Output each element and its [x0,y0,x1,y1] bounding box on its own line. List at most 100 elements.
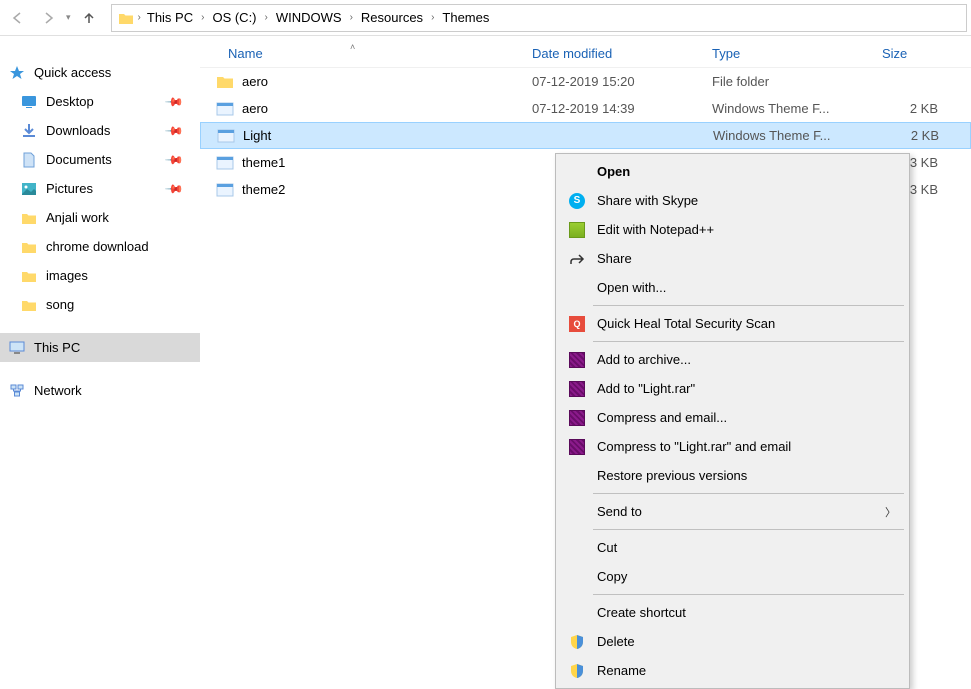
menu-rename[interactable]: Rename [559,656,906,685]
menu-restore[interactable]: Restore previous versions [559,461,906,490]
column-name[interactable]: Name ˄ [200,46,520,61]
sidebar-item-label: Documents [46,152,112,167]
cell-size: 2 KB [871,128,951,143]
winrar-icon [567,379,587,399]
menu-label: Add to archive... [597,352,906,367]
file-row[interactable]: aero07-12-2019 14:39Windows Theme F...2 … [200,95,971,122]
menu-add-to-rar[interactable]: Add to "Light.rar" [559,374,906,403]
cell-name: aero [200,73,520,91]
sidebar-quick-access[interactable]: Quick access [0,58,200,87]
menu-separator [593,305,904,306]
menu-open[interactable]: Open [559,157,906,186]
forward-button[interactable] [34,4,62,32]
theme-file-icon [217,127,235,145]
chevron-right-icon[interactable]: › [136,12,143,23]
crumb-resources[interactable]: Resources [357,8,427,27]
pictures-icon [20,180,38,198]
menu-compress-to[interactable]: Compress to "Light.rar" and email [559,432,906,461]
menu-open-with[interactable]: Open with... [559,273,906,302]
menu-label: Compress to "Light.rar" and email [597,439,906,454]
sidebar-song[interactable]: song [0,290,200,319]
crumb-windows[interactable]: WINDOWS [272,8,346,27]
menu-label: Create shortcut [597,605,906,620]
skype-icon: S [567,191,587,211]
history-dropdown-icon[interactable]: ▾ [64,12,73,23]
cell-name: Light [201,127,521,145]
shield-icon [567,661,587,681]
menu-label: Share [597,251,906,266]
column-type[interactable]: Type [700,46,870,61]
sort-ascending-icon: ˄ [350,42,355,52]
cell-date: 07-12-2019 14:39 [520,101,700,116]
menu-send-to[interactable]: Send to 〉 [559,497,906,526]
folder-icon [20,267,38,285]
crumb-os[interactable]: OS (C:) [208,8,260,27]
sidebar-item-label: chrome download [46,239,149,254]
menu-separator [593,341,904,342]
navigation-pane: Quick access Desktop 📌 Downloads 📌 Docum… [0,36,200,676]
crumb-thispc[interactable]: This PC [143,8,197,27]
blank-icon [567,603,587,623]
menu-create-shortcut[interactable]: Create shortcut [559,598,906,627]
pin-icon: 📌 [164,149,184,169]
sidebar-pictures[interactable]: Pictures 📌 [0,174,200,203]
sidebar-images[interactable]: images [0,261,200,290]
file-name: aero [242,101,268,116]
menu-add-archive[interactable]: Add to archive... [559,345,906,374]
folder-icon [20,296,38,314]
menu-delete[interactable]: Delete [559,627,906,656]
navigation-toolbar: ▾ › This PC › OS (C:) › WINDOWS › Resour… [0,0,971,36]
menu-label: Quick Heal Total Security Scan [597,316,906,331]
documents-icon [20,151,38,169]
context-menu: Open S Share with Skype Edit with Notepa… [555,153,910,689]
sidebar-item-label: Network [34,383,82,398]
column-date[interactable]: Date modified [520,46,700,61]
menu-label: Copy [597,569,906,584]
menu-cut[interactable]: Cut [559,533,906,562]
sidebar-item-label: Pictures [46,181,93,196]
sidebar-network[interactable]: Network [0,376,200,405]
menu-separator [593,529,904,530]
menu-label: Open [597,164,906,179]
menu-label: Restore previous versions [597,468,906,483]
file-name: theme2 [242,182,285,197]
sidebar-desktop[interactable]: Desktop 📌 [0,87,200,116]
sidebar-item-label: Quick access [34,65,111,80]
file-row[interactable]: LightWindows Theme F...2 KB [200,122,971,149]
back-button[interactable] [4,4,32,32]
menu-label: Add to "Light.rar" [597,381,906,396]
chevron-right-icon: › [348,12,355,23]
column-label: Name [228,46,263,61]
crumb-themes[interactable]: Themes [438,8,493,27]
menu-separator [593,493,904,494]
sidebar-item-label: images [46,268,88,283]
chevron-right-icon: › [199,12,206,23]
menu-copy[interactable]: Copy [559,562,906,591]
sidebar-item-label: Anjali work [46,210,109,225]
cell-type: File folder [700,74,870,89]
up-button[interactable] [75,4,103,32]
menu-quickheal[interactable]: Q Quick Heal Total Security Scan [559,309,906,338]
blank-icon [567,278,587,298]
sidebar-item-label: Downloads [46,123,110,138]
column-size[interactable]: Size [870,46,950,61]
sidebar-item-label: song [46,297,74,312]
menu-edit-notepad[interactable]: Edit with Notepad++ [559,215,906,244]
cell-date: 07-12-2019 15:20 [520,74,700,89]
menu-share[interactable]: Share [559,244,906,273]
sidebar-anjali[interactable]: Anjali work [0,203,200,232]
sidebar-chrome[interactable]: chrome download [0,232,200,261]
sidebar-documents[interactable]: Documents 📌 [0,145,200,174]
menu-compress-email[interactable]: Compress and email... [559,403,906,432]
file-name: theme1 [242,155,285,170]
blank-icon [567,538,587,558]
sidebar-item-label: This PC [34,340,80,355]
blank-icon [567,466,587,486]
address-bar[interactable]: › This PC › OS (C:) › WINDOWS › Resource… [111,4,967,32]
chevron-right-icon: › [263,12,270,23]
file-row[interactable]: aero07-12-2019 15:20File folder [200,68,971,95]
pin-icon: 📌 [164,120,184,140]
sidebar-this-pc[interactable]: This PC [0,333,200,362]
sidebar-downloads[interactable]: Downloads 📌 [0,116,200,145]
menu-share-skype[interactable]: S Share with Skype [559,186,906,215]
